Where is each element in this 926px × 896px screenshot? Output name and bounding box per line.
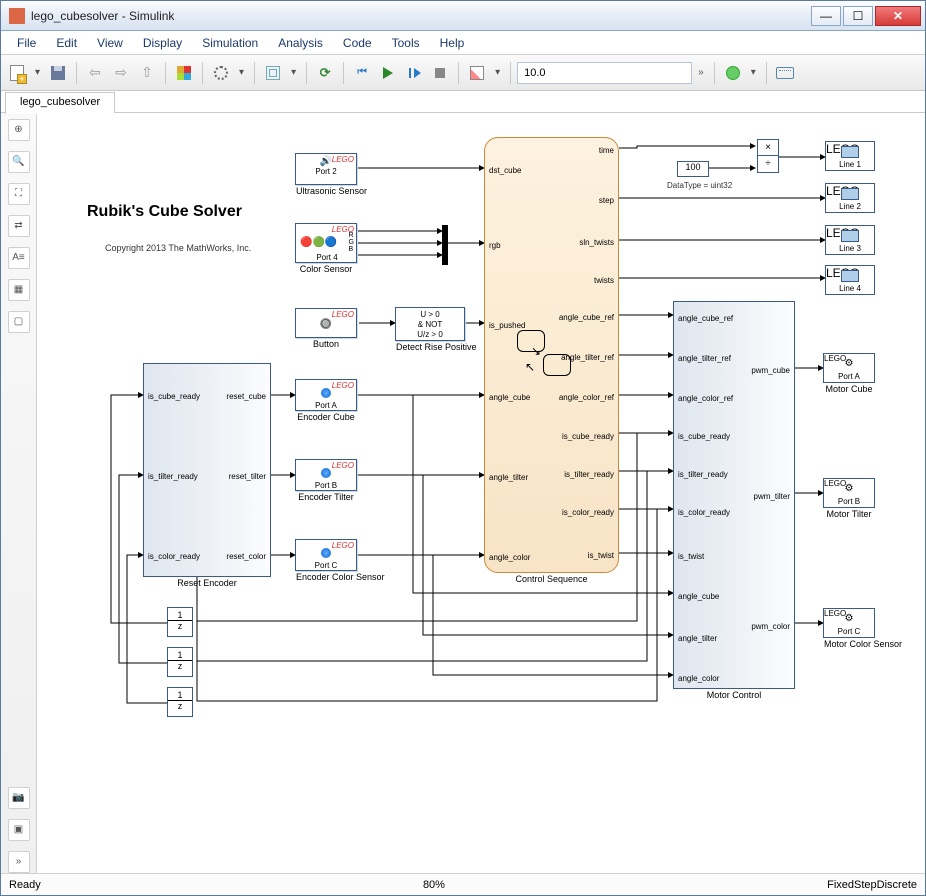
image-button[interactable]: ▦ — [8, 279, 30, 301]
block-encoder-tilter[interactable]: LEGO Port B Encoder Tilter — [295, 459, 357, 491]
config-dropdown[interactable]: ▾ — [235, 67, 248, 78]
block-detect-rise[interactable]: U > 0 & NOT U/z > 0 Detect Rise Positive — [395, 307, 465, 341]
toolbar-overflow[interactable]: » — [694, 67, 708, 78]
block-motor-tilter[interactable]: LEGO⚙ Port B Motor Tilter — [823, 478, 875, 508]
new-button[interactable]: + — [5, 61, 29, 85]
application-window: lego_cubesolver - Simulink — ☐ ✕ File Ed… — [0, 0, 926, 896]
status-left: Ready — [9, 879, 41, 891]
block-encoder-cube[interactable]: LEGO Port A Encoder Cube — [295, 379, 357, 411]
status-zoom: 80% — [41, 879, 827, 891]
stop-time-input[interactable]: 10.0 — [517, 62, 692, 84]
pan-button[interactable]: ⇄ — [8, 215, 30, 237]
app-icon — [9, 8, 25, 24]
tab-model[interactable]: lego_cubesolver — [5, 92, 115, 114]
titlebar: lego_cubesolver - Simulink — ☐ ✕ — [1, 1, 925, 31]
block-reset-encoder[interactable]: is_cube_ready reset_cube is_tilter_ready… — [143, 363, 271, 577]
save-button[interactable] — [46, 61, 70, 85]
record-button[interactable]: ▣ — [8, 819, 30, 841]
canvas[interactable]: Rubik's Cube Solver Copyright 2013 The M… — [37, 113, 925, 873]
menu-simulation[interactable]: Simulation — [192, 33, 268, 53]
new-dropdown[interactable]: ▾ — [31, 67, 44, 78]
block-scope-line2[interactable]: LEGO Line 2 — [825, 183, 875, 213]
maximize-button[interactable]: ☐ — [843, 6, 873, 26]
block-encoder-color[interactable]: LEGO Port C Encoder Color Sensor — [295, 539, 357, 571]
hide-browser-button[interactable]: ⊕ — [8, 119, 30, 141]
workspace: ⊕ 🔍 ⛶ ⇄ A≡ ▦ ▢ 📷 ▣ » Rubik's Cube Solver… — [1, 113, 925, 873]
block-color-sensor[interactable]: LEGO 🔴🟢🔵 R G B Port 4 Color Sensor — [295, 223, 357, 263]
block-constant-100[interactable]: 100 — [677, 161, 709, 177]
block-motor-color[interactable]: LEGO⚙ Port C Motor Color Sensor — [823, 608, 875, 638]
statusbar: Ready 80% FixedStepDiscrete — [1, 873, 925, 895]
status-solver: FixedStepDiscrete — [827, 879, 917, 891]
close-button[interactable]: ✕ — [875, 6, 921, 26]
build-status-icon[interactable] — [721, 61, 745, 85]
step-back-button[interactable]: ⏮ — [350, 61, 374, 85]
library-browser-button[interactable] — [172, 61, 196, 85]
model-explorer-button[interactable] — [261, 61, 285, 85]
minimize-button[interactable]: — — [811, 6, 841, 26]
model-config-button[interactable] — [209, 61, 233, 85]
menu-view[interactable]: View — [87, 33, 133, 53]
stop-button[interactable] — [428, 61, 452, 85]
datatype-label: DataType = uint32 — [667, 181, 732, 190]
block-scope-line4[interactable]: LEGO Line 4 — [825, 265, 875, 295]
block-delay-2[interactable]: 1z — [167, 647, 193, 677]
block-motor-cube[interactable]: LEGO⚙ Port A Motor Cube — [823, 353, 875, 383]
hardware-button[interactable] — [773, 61, 797, 85]
toolbar: + ▾ ⇦ ⇨ ⇧ ▾ ▾ ⟳ ⏮ ▾ 10.0 » ▾ — [1, 55, 925, 91]
forward-button[interactable]: ⇨ — [109, 61, 133, 85]
step-forward-button[interactable] — [402, 61, 426, 85]
annotate-button[interactable]: A≡ — [8, 247, 30, 269]
block-control-sequence[interactable]: dst_cube rgb is_pushed angle_cube angle_… — [484, 137, 619, 573]
inspector-dropdown[interactable]: ▾ — [491, 67, 504, 78]
block-ultrasonic-sensor[interactable]: LEGO 🔊 Port 2 Ultrasonic Sensor — [295, 153, 357, 185]
run-button[interactable] — [376, 61, 400, 85]
block-mux[interactable] — [442, 225, 448, 265]
screenshot-button[interactable]: 📷 — [8, 787, 30, 809]
menu-edit[interactable]: Edit — [46, 33, 87, 53]
build-dropdown[interactable]: ▾ — [747, 67, 760, 78]
update-diagram-button[interactable]: ⟳ — [313, 61, 337, 85]
block-delay-1[interactable]: 1z — [167, 607, 193, 637]
zoom-button[interactable]: 🔍 — [8, 151, 30, 173]
block-scope-line3[interactable]: LEGO Line 3 — [825, 225, 875, 255]
explorer-dropdown[interactable]: ▾ — [287, 67, 300, 78]
area-button[interactable]: ▢ — [8, 311, 30, 333]
block-product[interactable]: × ÷ — [757, 139, 779, 173]
menu-tools[interactable]: Tools — [382, 33, 430, 53]
block-motor-control[interactable]: angle_cube_ref angle_tilter_ref angle_co… — [673, 301, 795, 689]
menubar: File Edit View Display Simulation Analys… — [1, 31, 925, 55]
block-button[interactable]: LEGO 🔘 Button — [295, 308, 357, 338]
tabstrip: lego_cubesolver — [1, 91, 925, 113]
menu-code[interactable]: Code — [333, 33, 382, 53]
data-inspector-button[interactable] — [465, 61, 489, 85]
block-scope-line1[interactable]: LEGO Line 1 — [825, 141, 875, 171]
block-delay-3[interactable]: 1z — [167, 687, 193, 717]
up-button[interactable]: ⇧ — [135, 61, 159, 85]
menu-display[interactable]: Display — [133, 33, 192, 53]
back-button[interactable]: ⇦ — [83, 61, 107, 85]
menu-help[interactable]: Help — [430, 33, 475, 53]
menu-analysis[interactable]: Analysis — [268, 33, 333, 53]
window-title: lego_cubesolver - Simulink — [31, 9, 809, 23]
canvas-sidebar: ⊕ 🔍 ⛶ ⇄ A≡ ▦ ▢ 📷 ▣ » — [1, 113, 37, 873]
fit-button[interactable]: ⛶ — [8, 183, 30, 205]
menu-file[interactable]: File — [7, 33, 46, 53]
sidebar-overflow[interactable]: » — [8, 851, 30, 873]
